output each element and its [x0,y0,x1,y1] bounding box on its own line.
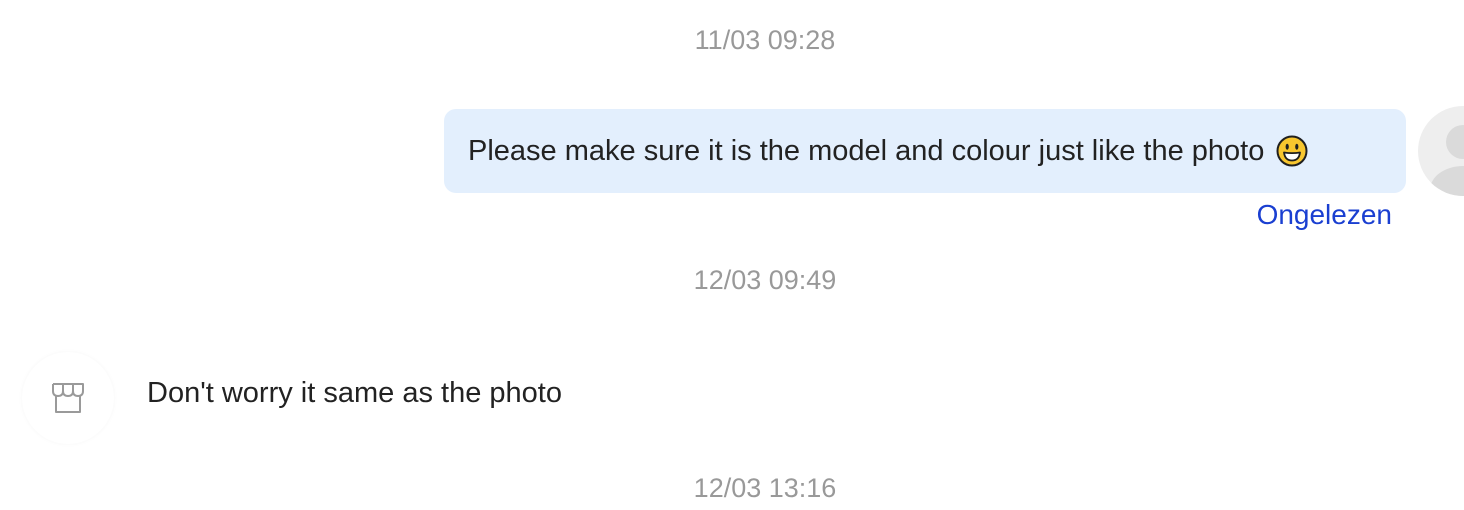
message-timestamp: 12/03 13:16 [693,473,837,503]
user-avatar[interactable] [1418,106,1464,196]
incoming-message-text[interactable]: Don't worry it same as the photo [147,375,562,411]
seller-avatar[interactable] [22,352,114,444]
outgoing-message-text: Please make sure it is the model and col… [468,134,1265,167]
default-user-icon [1430,125,1464,196]
message-timestamp: 12/03 09:49 [693,265,837,295]
outgoing-message-bubble[interactable]: Please make sure it is the model and col… [444,109,1406,193]
read-status-label: Ongelezen [1256,199,1392,230]
chat-thread: 11/03 09:28 Please make sure it is the m… [0,0,1464,510]
storefront-icon [52,383,84,413]
message-timestamp: 11/03 09:28 [694,25,836,55]
grinning-face-emoji [1276,135,1308,167]
